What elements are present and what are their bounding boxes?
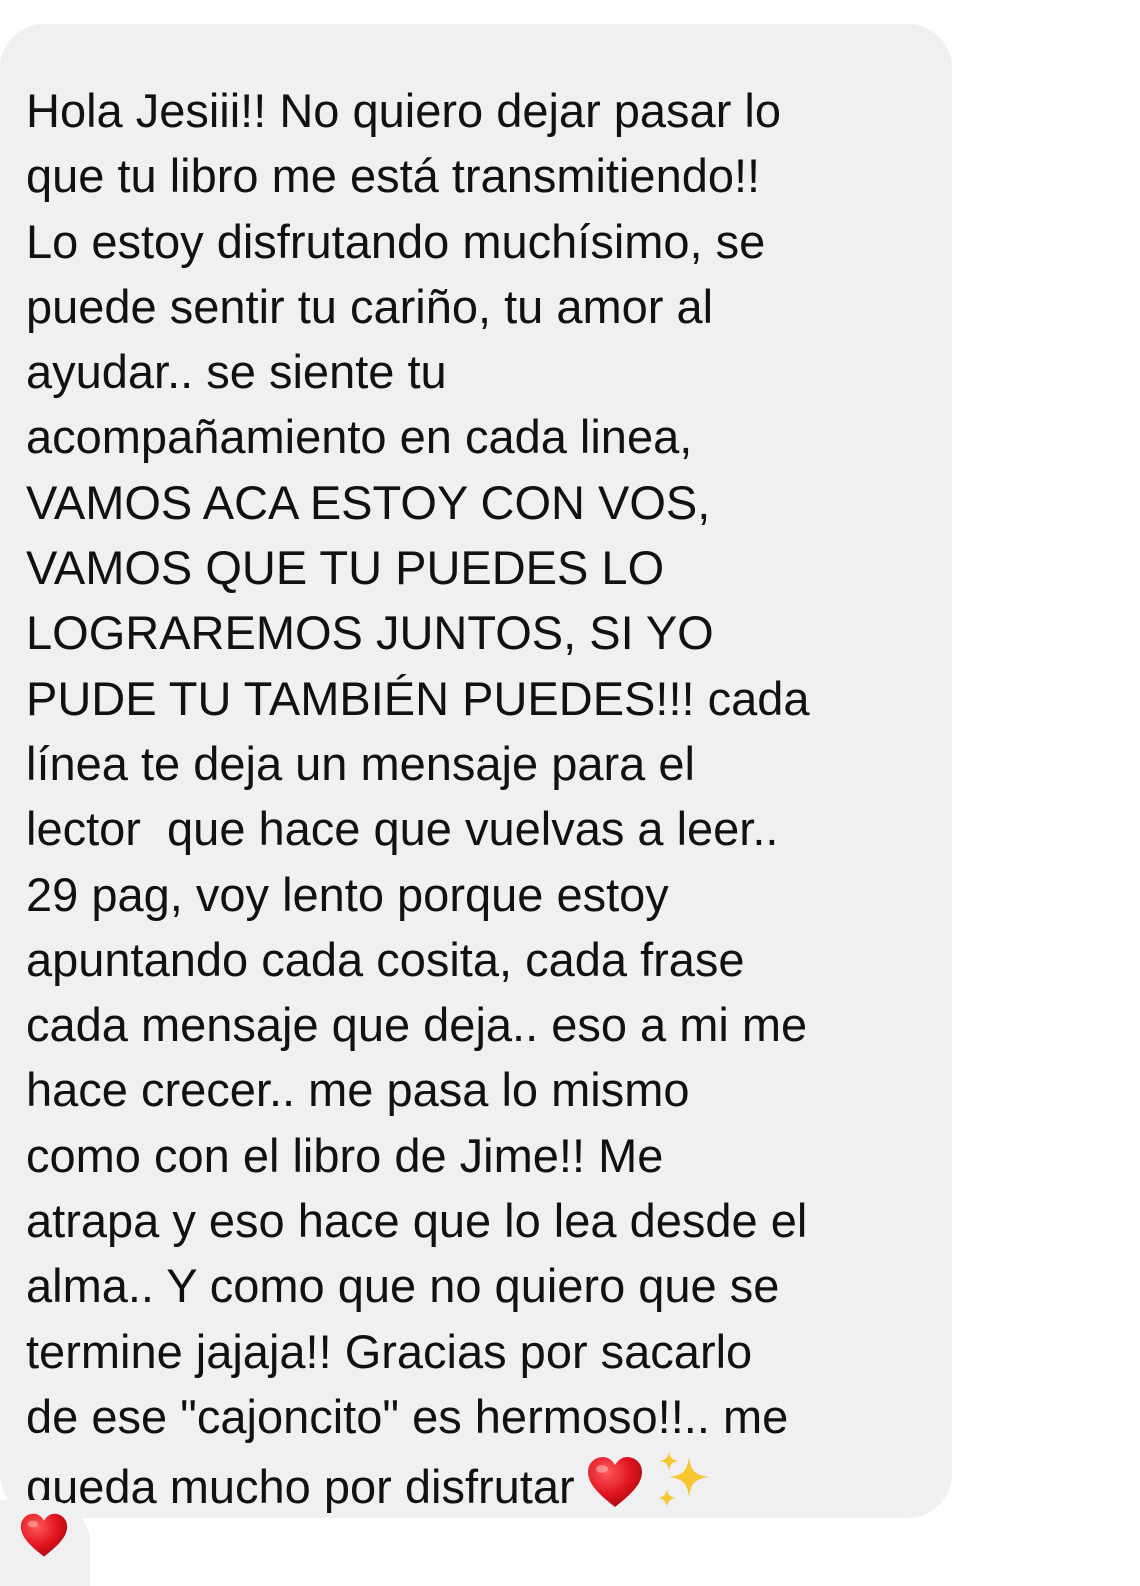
message-line: puede sentir tu cariño, tu amor al xyxy=(26,279,714,333)
message-line: Hola Jesiii!! No quiero dejar pasar lo xyxy=(26,84,781,137)
message-line: atrapa y eso hace que lo lea desde el xyxy=(26,1194,808,1248)
message-line: VAMOS QUE TU PUEDES LO xyxy=(26,541,665,595)
heart-icon xyxy=(20,1513,68,1557)
message-line: de ese "cajoncito" es hermoso!!.. me xyxy=(26,1389,789,1443)
message-line: LOGRAREMOS JUNTOS, SI YO xyxy=(26,606,714,660)
heart-emoji-icon xyxy=(587,1457,642,1508)
message-line: 29 pag, voy lento porque estoy xyxy=(26,867,669,921)
message-line: termine jajaja!! Gracias por sacarlo xyxy=(26,1324,753,1378)
message-line: apuntando cada cosita, cada frase xyxy=(26,932,745,986)
message-line: hace crecer.. me pasa lo mismo xyxy=(26,1063,690,1117)
message-line: como con el libro de Jime!! Me xyxy=(26,1128,664,1182)
message-line: VAMOS ACA ESTOY CON VOS, xyxy=(26,475,711,529)
message-line-text: queda mucho por disfrutar xyxy=(26,1460,575,1514)
message-line: lector que hace que vuelvas a leer.. xyxy=(26,802,779,856)
message-line-last: queda mucho por disfrutar xyxy=(26,1449,952,1519)
message-line: que tu libro me está transmitiendo!! xyxy=(26,149,761,203)
sparkles-emoji-icon xyxy=(657,1451,709,1508)
message-line: acompañamiento en cada linea, xyxy=(26,410,693,464)
message-line: ayudar.. se siente tu xyxy=(26,345,447,399)
message-line: línea te deja un mensaje para el xyxy=(26,736,695,790)
message-text: Hola Jesiii!! No quiero dejar pasar lo q… xyxy=(26,78,952,1520)
reaction-badge[interactable] xyxy=(0,1500,90,1586)
message-line: Lo estoy disfrutando muchísimo, se xyxy=(26,214,766,268)
message-line: PUDE TU TAMBIÉN PUEDES!!! cada xyxy=(26,671,810,725)
message-line: alma.. Y como que no quiero que se xyxy=(26,1259,780,1313)
message-bubble[interactable]: Hola Jesiii!! No quiero dejar pasar lo q… xyxy=(0,24,952,1518)
message-line: cada mensaje que deja.. eso a mi me xyxy=(26,998,808,1052)
